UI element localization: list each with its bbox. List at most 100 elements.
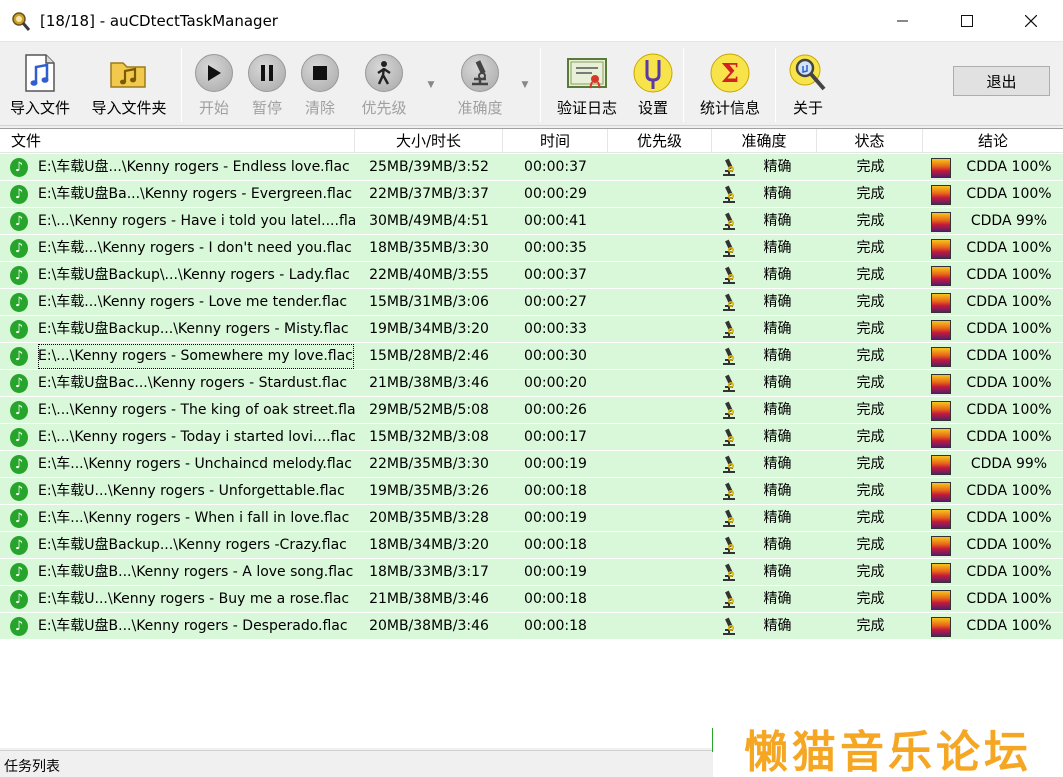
tuning-fork-icon (633, 53, 673, 93)
music-note-icon: ♪ (10, 239, 28, 258)
status-cell: 完成 (856, 375, 885, 391)
status-cell: 完成 (856, 294, 885, 310)
file-cell: E:\车...\Kenny rogers - When i fall in lo… (38, 510, 350, 526)
column-header-accuracy[interactable]: 准确度 (712, 129, 817, 153)
time-cell: 00:00:29 (524, 186, 587, 202)
table-row[interactable]: ♪ E:\...\Kenny rogers - Somewhere my love… (0, 343, 1063, 370)
close-button[interactable] (999, 0, 1063, 42)
table-row[interactable]: ♪ E:\车载U盘Backup\...\Kenny rogers - Lady.f… (0, 262, 1063, 289)
table-row[interactable]: ♪ E:\车载U...\Kenny rogers - Unforgettable.… (0, 478, 1063, 505)
time-cell: 00:00:19 (524, 510, 587, 526)
import-file-button[interactable]: 导入文件 (6, 42, 74, 126)
result-cell: CDDA 100% (966, 591, 1052, 607)
table-row[interactable]: ♪ E:\车...\Kenny rogers - When i fall in l… (0, 505, 1063, 532)
status-cell: 完成 (856, 240, 885, 256)
spectrum-icon (931, 509, 951, 529)
table-row[interactable]: ♪ E:\车...\Kenny rogers - Unchaincd melody… (0, 451, 1063, 478)
music-folder-icon (109, 53, 149, 93)
table-row[interactable]: ♪ E:\...\Kenny rogers - Have i told you l… (0, 208, 1063, 235)
time-cell: 00:00:26 (524, 402, 587, 418)
priority-cell (608, 559, 712, 586)
settings-button[interactable]: 设置 (630, 42, 676, 126)
table-row[interactable]: ♪ E:\车载U盘B...\Kenny rogers - Desperado.fl… (0, 613, 1063, 640)
statistics-button[interactable]: Σ 统计信息 (692, 42, 768, 126)
pause-icon (247, 53, 287, 93)
accuracy-cell: 精确 (763, 429, 792, 445)
pause-button[interactable]: 暂停 (243, 42, 291, 126)
result-cell: CDDA 100% (966, 564, 1052, 580)
task-list[interactable]: 文件 大小/时长 时间 优先级 准确度 状态 结论 ♪ E:\车载U盘...\Ke… (0, 128, 1063, 748)
import-folder-button[interactable]: 导入文件夹 (86, 42, 172, 126)
column-header-size[interactable]: 大小/时长 (355, 129, 503, 153)
column-header-time[interactable]: 时间 (503, 129, 608, 153)
settings-label: 设置 (637, 99, 668, 117)
table-row[interactable]: ♪ E:\车载U盘B...\Kenny rogers - A love song.… (0, 559, 1063, 586)
toolbar-separator (540, 48, 541, 122)
accuracy-cell: 精确 (763, 267, 792, 283)
file-cell: E:\车载U盘Backup...\Kenny rogers - Misty.fl… (38, 321, 349, 337)
exit-button[interactable]: 退出 (953, 66, 1050, 96)
result-cell: CDDA 100% (966, 267, 1052, 283)
microscope-icon (720, 212, 738, 231)
table-row[interactable]: ♪ E:\车载...\Kenny rogers - Love me tender.… (0, 289, 1063, 316)
about-button[interactable]: 关于 (784, 42, 832, 126)
status-cell: 完成 (856, 348, 885, 364)
microscope-icon (720, 482, 738, 501)
toolbar: 导入文件 导入文件夹 开始 暂停 清除 优先级 ▼ 准确度 ▼ 验证日志 设置 … (0, 42, 1063, 126)
clear-button[interactable]: 清除 (296, 42, 344, 126)
size-cell: 30MB/49MB/4:51 (369, 213, 489, 229)
column-header-status[interactable]: 状态 (817, 129, 923, 153)
result-cell: CDDA 100% (966, 348, 1052, 364)
pause-label: 暂停 (251, 99, 282, 117)
column-header-result[interactable]: 结论 (923, 129, 1063, 153)
table-row[interactable]: ♪ E:\车载U盘Backup...\Kenny rogers -Crazy.fl… (0, 532, 1063, 559)
music-note-icon: ♪ (10, 347, 28, 366)
time-cell: 00:00:35 (524, 240, 587, 256)
table-row[interactable]: ♪ E:\车载U盘Backup...\Kenny rogers - Misty.f… (0, 316, 1063, 343)
time-cell: 00:00:19 (524, 456, 587, 472)
time-cell: 00:00:27 (524, 294, 587, 310)
microscope-icon (720, 509, 738, 528)
time-cell: 00:00:30 (524, 348, 587, 364)
table-row[interactable]: ♪ E:\...\Kenny rogers - The king of oak s… (0, 397, 1063, 424)
column-header-file[interactable]: 文件 (0, 129, 355, 153)
column-header-priority[interactable]: 优先级 (608, 129, 712, 153)
file-cell: E:\车载...\Kenny rogers - Love me tender.f… (38, 294, 348, 310)
table-row[interactable]: ♪ E:\车载U...\Kenny rogers - Buy me a rose.… (0, 586, 1063, 613)
accuracy-button[interactable]: 准确度 (448, 42, 512, 126)
priority-cell (608, 451, 712, 478)
table-row[interactable]: ♪ E:\车载U盘...\Kenny rogers - Endless love.… (0, 154, 1063, 181)
priority-button[interactable]: 优先级 (352, 42, 416, 126)
status-cell: 完成 (856, 402, 885, 418)
result-cell: CDDA 100% (966, 537, 1052, 553)
start-button[interactable]: 开始 (190, 42, 238, 126)
accuracy-cell: 精确 (763, 186, 792, 202)
title-bar: [18/18] - auCDtectTaskManager (0, 0, 1063, 42)
microscope-icon (720, 563, 738, 582)
minimize-button[interactable] (871, 0, 935, 42)
file-cell: E:\车载U盘Backup...\Kenny rogers -Crazy.fla… (38, 537, 347, 553)
status-cell: 完成 (856, 186, 885, 202)
spectrum-icon (931, 401, 951, 421)
table-row[interactable]: ♪ E:\车载...\Kenny rogers - I don't need yo… (0, 235, 1063, 262)
accuracy-dropdown-arrow[interactable]: ▼ (520, 80, 530, 90)
stop-icon (300, 53, 340, 93)
status-cell: 完成 (856, 429, 885, 445)
music-note-icon: ♪ (10, 293, 28, 312)
import-file-label: 导入文件 (9, 99, 70, 117)
table-row[interactable]: ♪ E:\车载U盘Ba...\Kenny rogers - Evergreen.f… (0, 181, 1063, 208)
verify-log-button[interactable]: 验证日志 (549, 42, 625, 126)
spectrum-icon (931, 266, 951, 286)
table-row[interactable]: ♪ E:\...\Kenny rogers - Today i started l… (0, 424, 1063, 451)
time-cell: 00:00:17 (524, 429, 587, 445)
status-cell: 完成 (856, 483, 885, 499)
size-cell: 20MB/35MB/3:28 (369, 510, 489, 526)
priority-dropdown-arrow[interactable]: ▼ (426, 80, 436, 90)
status-cell: 完成 (856, 213, 885, 229)
maximize-button[interactable] (935, 0, 999, 42)
spectrum-icon (931, 347, 951, 367)
microscope-icon (720, 617, 738, 636)
spectrum-icon (931, 158, 951, 178)
status-cell: 完成 (856, 321, 885, 337)
table-row[interactable]: ♪ E:\车载U盘Bac...\Kenny rogers - Stardust.f… (0, 370, 1063, 397)
